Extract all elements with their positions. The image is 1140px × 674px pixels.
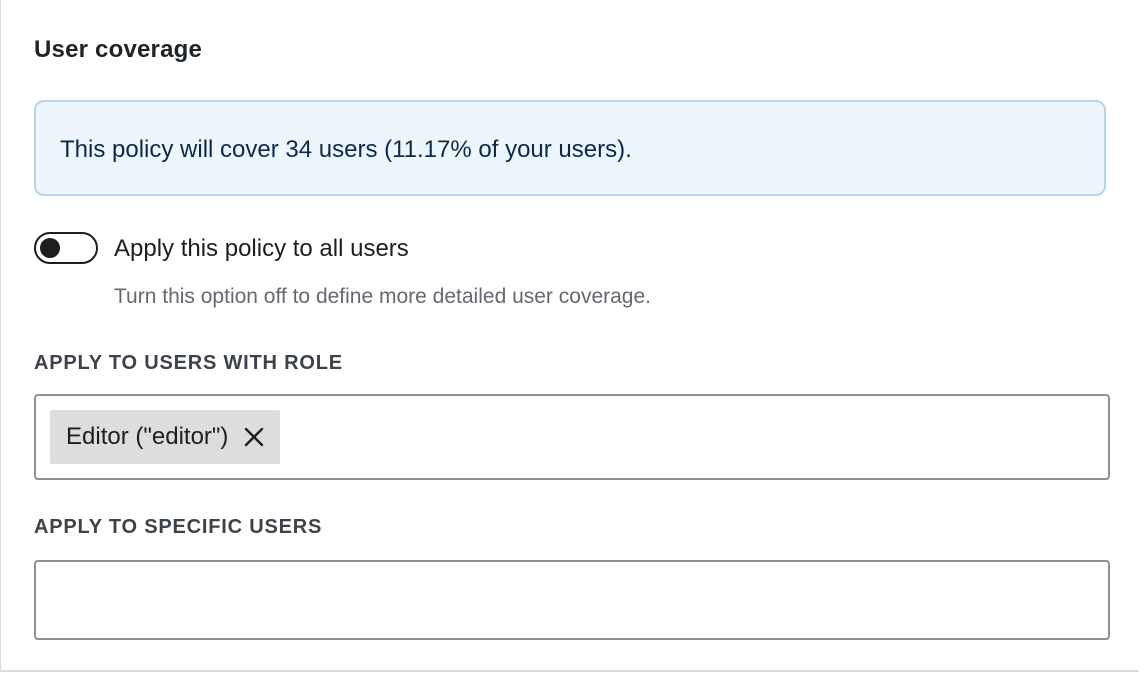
specific-users-field-label: APPLY TO SPECIFIC USERS bbox=[34, 516, 323, 538]
role-token-label: Editor ("editor") bbox=[66, 423, 229, 450]
specific-users-input[interactable] bbox=[46, 572, 1100, 630]
role-token-field[interactable]: Editor ("editor") bbox=[34, 394, 1110, 480]
apply-all-users-toggle[interactable] bbox=[34, 232, 98, 264]
apply-all-users-label[interactable]: Apply this policy to all users bbox=[114, 235, 409, 263]
specific-users-token-field[interactable] bbox=[34, 560, 1110, 640]
role-token: Editor ("editor") bbox=[50, 410, 281, 464]
toggle-knob bbox=[40, 238, 60, 258]
section-title: User coverage bbox=[34, 36, 203, 63]
coverage-notice: This policy will cover 34 users (11.17% … bbox=[34, 100, 1106, 196]
close-icon[interactable] bbox=[242, 425, 266, 449]
coverage-notice-text: This policy will cover 34 users (11.17% … bbox=[60, 136, 632, 163]
apply-all-users-help: Turn this option off to define more deta… bbox=[114, 285, 651, 308]
user-coverage-panel: User coverage This policy will cover 34 … bbox=[0, 0, 1139, 672]
role-field-label: APPLY TO USERS WITH ROLE bbox=[34, 352, 343, 374]
